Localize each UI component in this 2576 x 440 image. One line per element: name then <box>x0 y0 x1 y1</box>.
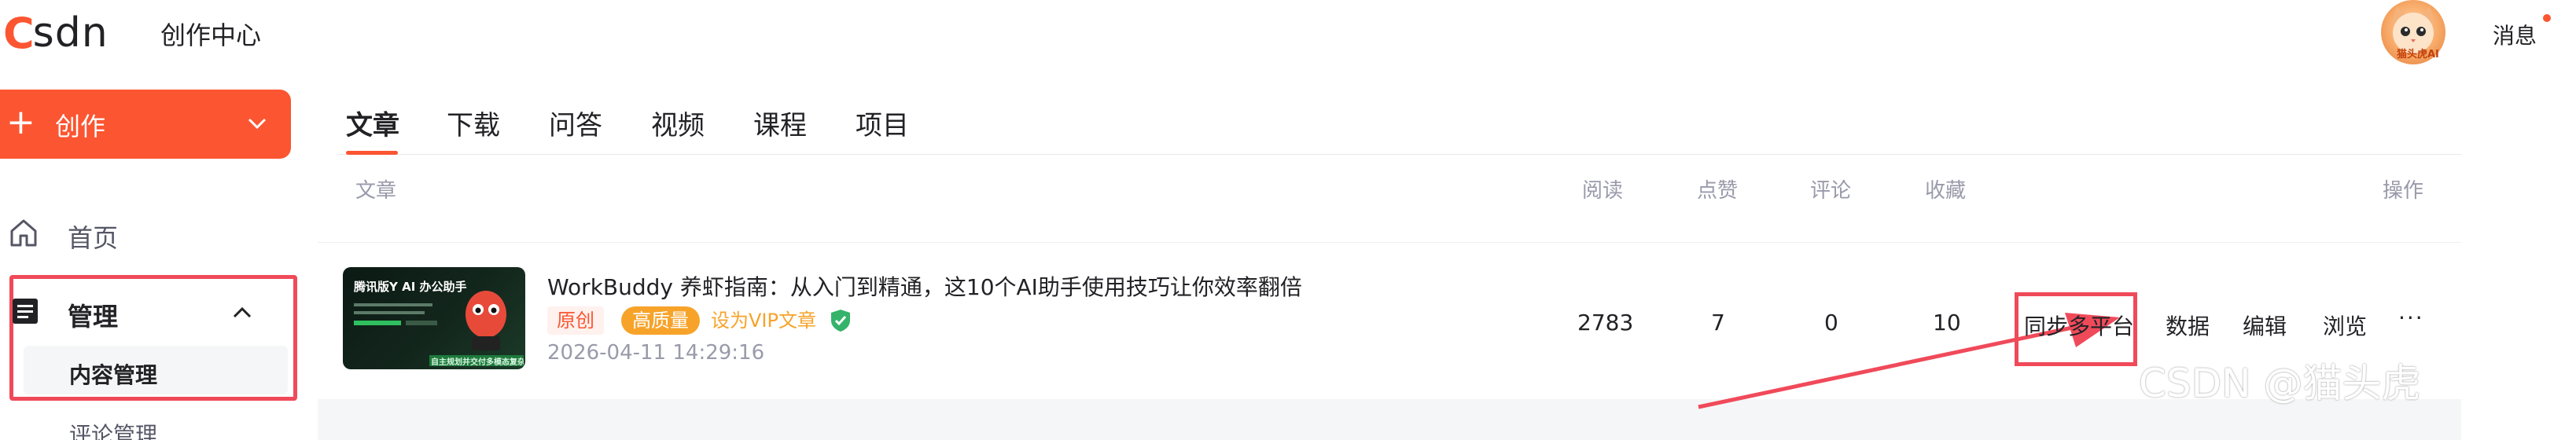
view-button[interactable]: 浏览 <box>2323 310 2367 341</box>
sidebar-item-comment-management[interactable]: 评论管理 <box>69 418 157 440</box>
article-date: 2026-04-11 14:29:16 <box>547 341 765 365</box>
column-header-favorites[interactable]: 收藏 <box>1925 174 1966 204</box>
list-icon <box>13 299 38 324</box>
sidebar-item-manage[interactable]: 管理 <box>68 297 118 333</box>
tab-projects[interactable]: 项目 <box>856 104 909 142</box>
logo-letter-c: C <box>3 8 35 58</box>
active-tab-underline <box>346 151 398 155</box>
home-icon <box>10 219 37 247</box>
column-header-comments[interactable]: 评论 <box>1810 174 1851 204</box>
set-vip-article-link[interactable]: 设为VIP文章 <box>706 306 821 335</box>
chevron-down-icon <box>248 118 267 130</box>
tab-courses[interactable]: 课程 <box>753 104 807 142</box>
mascot-icon <box>466 291 506 350</box>
csdn-logo[interactable]: C SDN <box>3 8 109 58</box>
column-header-reads[interactable]: 阅读 <box>1582 174 1623 204</box>
messages-link[interactable]: 消息 <box>2493 19 2537 50</box>
sidebar-item-home[interactable]: 首页 <box>68 218 118 255</box>
sidebar-item-content-management[interactable]: 内容管理 <box>69 358 157 390</box>
create-button[interactable]: + 创作 <box>0 90 291 159</box>
edit-button[interactable]: 编辑 <box>2243 310 2287 341</box>
tag-high-quality: 高质量 <box>621 306 700 335</box>
thumbnail-title: 腾讯版Y AI 办公助手 <box>354 280 467 294</box>
thumbnail-text-lines <box>354 303 437 325</box>
chevron-up-icon[interactable] <box>231 302 253 324</box>
plus-icon: + <box>6 102 35 142</box>
tab-articles[interactable]: 文章 <box>346 104 399 142</box>
more-actions-button[interactable]: ··· <box>2398 305 2424 331</box>
column-header-likes[interactable]: 点赞 <box>1697 174 1738 204</box>
tab-downloads[interactable]: 下载 <box>447 104 500 142</box>
sync-multi-platform-button[interactable]: 同步多平台 <box>2024 310 2134 341</box>
logo-letters: SDN <box>32 9 109 57</box>
tab-qa[interactable]: 问答 <box>549 104 602 142</box>
tab-divider <box>338 154 2461 155</box>
row-separator <box>318 242 2461 243</box>
tag-original: 原创 <box>547 306 604 335</box>
article-title-link[interactable]: WorkBuddy 养虾指南：从入门到精通，这10个AI助手使用技巧让你效率翻倍 <box>547 270 1302 302</box>
site-title: 创作中心 <box>160 20 262 50</box>
avatar-caption: 猫头虎AI <box>2397 49 2439 60</box>
create-button-label: 创作 <box>55 112 106 141</box>
column-header-article: 文章 <box>355 179 397 203</box>
tab-videos[interactable]: 视频 <box>651 104 705 142</box>
read-count: 2783 <box>1577 310 1634 336</box>
thumbnail-footer: 自主规划并交付多模态复杂任务 <box>431 358 524 367</box>
unread-dot <box>2543 14 2551 22</box>
shield-check-icon <box>831 310 850 332</box>
article-thumbnail[interactable]: 腾讯版Y AI 办公助手 自主规划并交付多模态复杂任务 <box>343 267 525 369</box>
data-button[interactable]: 数据 <box>2166 310 2210 341</box>
column-header-actions: 操作 <box>2383 179 2424 203</box>
watermark: CSDN @猫头虎 <box>2139 361 2421 406</box>
